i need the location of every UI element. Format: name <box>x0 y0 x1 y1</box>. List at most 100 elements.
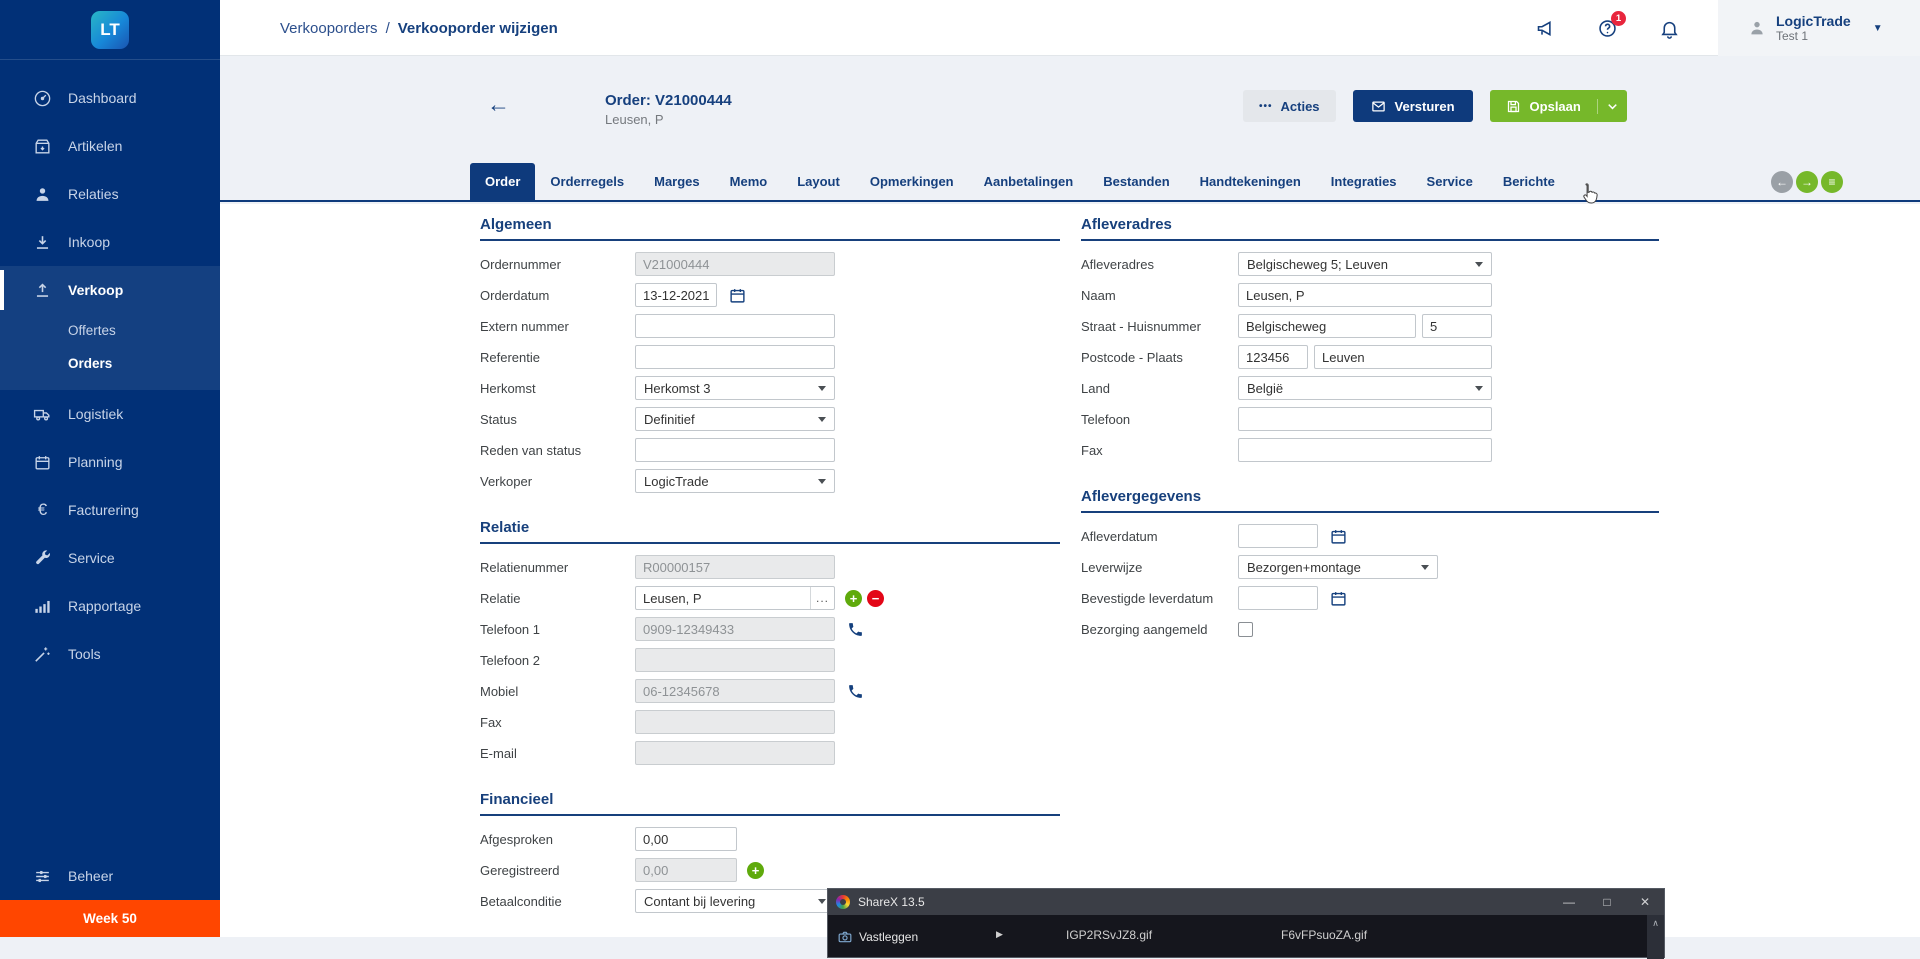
sharex-titlebar[interactable]: ShareX 13.5 — □ ✕ <box>828 889 1664 915</box>
tab-orderregels[interactable]: Orderregels <box>535 163 639 200</box>
aflever-fax-input[interactable] <box>1238 438 1492 462</box>
tab-memo[interactable]: Memo <box>715 163 783 200</box>
land-select[interactable]: België <box>1238 376 1492 400</box>
breadcrumb-parent-link[interactable]: Verkooporders <box>280 20 378 37</box>
page-title: Order: V21000444 <box>605 92 732 109</box>
select-caret-icon <box>818 899 826 904</box>
tab-service[interactable]: Service <box>1412 163 1488 200</box>
bevestigde-leverdatum-input[interactable] <box>1238 586 1318 610</box>
bezorging-aangemeld-checkbox[interactable] <box>1238 622 1253 637</box>
versturen-button[interactable]: Versturen <box>1353 90 1473 122</box>
relatie-input[interactable] <box>636 587 810 609</box>
opslaan-dropdown-button[interactable] <box>1597 99 1627 114</box>
field-aflever-telefoon: Telefoon <box>1081 407 1659 431</box>
tab-bestanden[interactable]: Bestanden <box>1088 163 1184 200</box>
sharex-menu-vastleggen[interactable]: Vastleggen <box>838 930 918 944</box>
sidebar-item-artikelen[interactable]: Artikelen <box>0 122 220 170</box>
select-value: België <box>1247 381 1283 396</box>
sidebar-item-facturering[interactable]: € Facturering <box>0 486 220 534</box>
phone-icon[interactable] <box>847 621 864 638</box>
sharex-window[interactable]: ShareX 13.5 — □ ✕ Vastleggen ▶ IGP2RSvJZ… <box>827 888 1665 958</box>
acties-label: Acties <box>1281 99 1320 114</box>
sidebar-item-dashboard[interactable]: Dashboard <box>0 74 220 122</box>
postcode-input[interactable] <box>1238 345 1308 369</box>
sharex-window-controls: — □ ✕ <box>1550 889 1664 915</box>
back-button[interactable]: ← <box>487 93 510 115</box>
calendar-icon[interactable] <box>729 287 746 304</box>
opslaan-button[interactable]: Opslaan <box>1490 99 1597 114</box>
verkoper-select[interactable]: LogicTrade <box>635 469 835 493</box>
relatie-lookup-button[interactable]: ... <box>810 587 834 609</box>
help-icon[interactable]: 1 <box>1596 17 1618 39</box>
close-button[interactable]: ✕ <box>1626 889 1664 915</box>
field-label: Herkomst <box>480 381 635 396</box>
status-select[interactable]: Definitief <box>635 407 835 431</box>
sidebar-item-inkoop[interactable]: Inkoop <box>0 218 220 266</box>
page-title-block: Order: V21000444 Leusen, P <box>605 92 732 127</box>
tabs-menu-button[interactable]: ≡ <box>1821 171 1843 193</box>
tab-berichten[interactable]: Berichte <box>1488 163 1570 200</box>
calendar-icon[interactable] <box>1330 590 1347 607</box>
week-indicator[interactable]: Week 50 <box>0 900 220 937</box>
user-menu[interactable]: LogicTrade Test 1 ▼ <box>1718 0 1920 56</box>
sidebar-item-tools[interactable]: Tools <box>0 630 220 678</box>
calendar-icon[interactable] <box>1330 528 1347 545</box>
field-telefoon1: Telefoon 1 <box>480 617 1060 641</box>
acties-button[interactable]: ••• Acties <box>1243 90 1336 122</box>
extern-nummer-input[interactable] <box>635 314 835 338</box>
field-afleverdatum: Afleverdatum <box>1081 524 1659 548</box>
referentie-input[interactable] <box>635 345 835 369</box>
sidebar-item-label: Facturering <box>68 502 139 518</box>
megaphone-icon[interactable] <box>1534 17 1556 39</box>
tab-layout[interactable]: Layout <box>782 163 855 200</box>
recent-file[interactable]: IGP2RSvJZ8.gif <box>1066 928 1152 942</box>
add-payment-icon[interactable]: + <box>747 862 764 879</box>
sidebar-item-verkoop[interactable]: Verkoop <box>0 266 220 314</box>
naam-input[interactable] <box>1238 283 1492 307</box>
leverwijze-select[interactable]: Bezorgen+montage <box>1238 555 1438 579</box>
aflever-telefoon-input[interactable] <box>1238 407 1492 431</box>
tab-opmerkingen[interactable]: Opmerkingen <box>855 163 969 200</box>
betaalconditie-select[interactable]: Contant bij levering <box>635 889 835 913</box>
sidebar-item-relaties[interactable]: Relaties <box>0 170 220 218</box>
add-relatie-icon[interactable]: + <box>845 590 862 607</box>
sidebar-item-logistiek[interactable]: Logistiek <box>0 390 220 438</box>
sidebar-item-offertes[interactable]: Offertes <box>0 314 220 347</box>
afleveradres-select[interactable]: Belgischeweg 5; Leuven <box>1238 252 1492 276</box>
sidebar-item-orders[interactable]: Orders <box>0 347 220 380</box>
maximize-button[interactable]: □ <box>1588 889 1626 915</box>
select-caret-icon <box>818 386 826 391</box>
afleverdatum-input[interactable] <box>1238 524 1318 548</box>
field-email: E-mail <box>480 741 1060 765</box>
huisnummer-input[interactable] <box>1422 314 1492 338</box>
tab-order[interactable]: Order <box>470 163 535 200</box>
select-value: Bezorgen+montage <box>1247 560 1361 575</box>
mobiel-input <box>635 679 835 703</box>
bell-icon[interactable] <box>1658 17 1680 39</box>
remove-relatie-icon[interactable]: − <box>867 590 884 607</box>
field-label: Telefoon <box>1081 412 1238 427</box>
afgesproken-input[interactable] <box>635 827 737 851</box>
sidebar-item-service[interactable]: Service <box>0 534 220 582</box>
tabs-scroll-right-button[interactable]: → <box>1796 171 1818 193</box>
sidebar-item-planning[interactable]: Planning <box>0 438 220 486</box>
tab-aanbetalingen[interactable]: Aanbetalingen <box>969 163 1089 200</box>
tab-handtekeningen[interactable]: Handtekeningen <box>1185 163 1316 200</box>
scrollbar-up-button[interactable]: ∧ <box>1647 915 1664 959</box>
tabs-scroll-left-button[interactable]: ← <box>1771 171 1793 193</box>
tab-integraties[interactable]: Integraties <box>1316 163 1412 200</box>
sidebar-item-rapportage[interactable]: Rapportage <box>0 582 220 630</box>
field-straat-huisnummer: Straat - Huisnummer <box>1081 314 1659 338</box>
minimize-button[interactable]: — <box>1550 889 1588 915</box>
upload-arrow-icon <box>33 281 52 300</box>
tab-marges[interactable]: Marges <box>639 163 715 200</box>
logictrade-logo[interactable]: LT <box>91 11 129 49</box>
phone-icon[interactable] <box>847 683 864 700</box>
orderdatum-input[interactable] <box>635 283 717 307</box>
herkomst-select[interactable]: Herkomst 3 <box>635 376 835 400</box>
plaats-input[interactable] <box>1314 345 1492 369</box>
straat-input[interactable] <box>1238 314 1416 338</box>
recent-file[interactable]: F6vFPsuoZA.gif <box>1281 928 1367 942</box>
reden-van-status-input[interactable] <box>635 438 835 462</box>
sidebar-item-beheer[interactable]: Beheer <box>0 852 220 900</box>
